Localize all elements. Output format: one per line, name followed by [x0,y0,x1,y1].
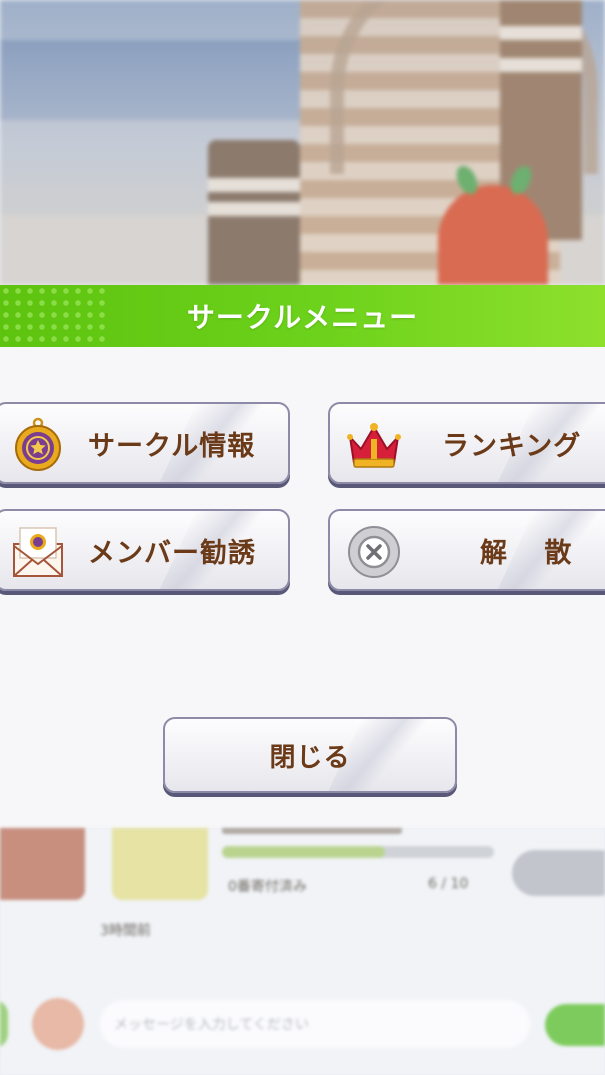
close-label: 閉じる [269,742,351,773]
circle-emblem-image [112,828,208,900]
circle-info-button[interactable]: サークル情報 [0,402,290,484]
member-count-text: 6 / 10 [428,876,469,892]
ranking-button[interactable]: ランキング [328,402,605,484]
circle-menu-header: サークルメニュー [0,285,605,347]
post-time-text: 3時間前 [100,923,151,939]
close-button[interactable]: 閉じる [163,717,457,793]
member-invite-button[interactable]: メンバー勧誘 [0,509,290,591]
envelope-icon [13,527,63,577]
donation-status-text: 0番寄付済み [228,879,307,895]
background-scene [0,0,605,285]
background-circle-screen: 0番寄付済み 6 / 10 3時間前 メッセージを入力してください [0,828,605,1075]
member-avatar [0,828,85,900]
crown-icon [347,423,401,468]
circle-emblem-icon [15,417,61,471]
send-button [545,1004,605,1046]
dialog-title: サークルメニュー [186,301,419,334]
message-placeholder: メッセージを入力してください [114,1017,309,1033]
stamp-icon [32,998,84,1050]
donation-progress-bar [222,846,494,858]
circle-menu-panel: サークル情報 ランキング メンバー勧誘 解 散 閉じる [0,347,605,828]
member-invite-label: メンバー勧誘 [88,537,256,569]
request-button [512,850,605,896]
dissolve-button[interactable]: 解 散 [328,509,605,591]
message-input: メッセージを入力してください [100,1000,530,1048]
x-circle-icon [348,526,400,578]
dissolve-label: 解 散 [480,537,586,569]
circle-info-label: サークル情報 [88,430,256,462]
ranking-label: ランキング [442,430,582,462]
